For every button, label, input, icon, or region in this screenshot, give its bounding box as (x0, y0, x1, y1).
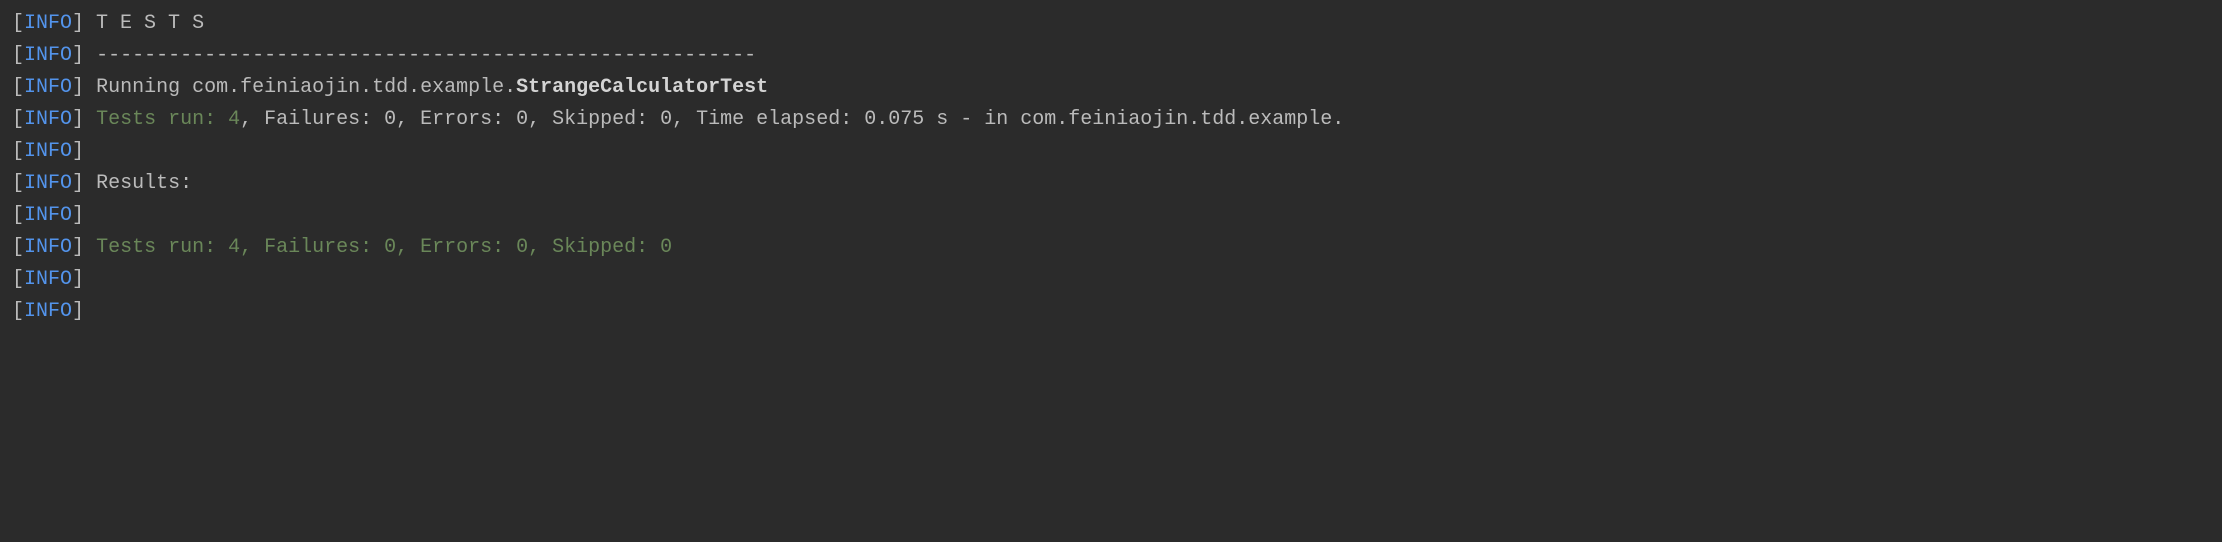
info-tag: INFO (24, 268, 72, 291)
info-tag: INFO (24, 204, 72, 227)
bracket-open: [ (12, 76, 24, 99)
bracket-open: [ (12, 204, 24, 227)
bracket-close: ] (72, 268, 84, 291)
separator-text: ----------------------------------------… (96, 44, 756, 67)
info-tag: INFO (24, 300, 72, 323)
running-prefix: Running com.feiniaojin.tdd.example. (96, 76, 516, 99)
running-class: StrangeCalculatorTest (516, 76, 768, 99)
bracket-close: ] (72, 140, 84, 163)
bracket-close: ] (72, 108, 84, 131)
log-line-empty: [INFO] (12, 136, 2210, 168)
bracket-close: ] (72, 172, 84, 195)
info-tag: INFO (24, 140, 72, 163)
info-tag: INFO (24, 236, 72, 259)
info-tag: INFO (24, 44, 72, 67)
log-line-empty: [INFO] (12, 296, 2210, 328)
bracket-open: [ (12, 268, 24, 291)
log-line-results: [INFO] Results: (12, 168, 2210, 200)
bracket-close: ] (72, 76, 84, 99)
info-tag: INFO (24, 172, 72, 195)
bracket-close: ] (72, 204, 84, 227)
bracket-close: ] (72, 44, 84, 67)
log-line-empty: [INFO] (12, 200, 2210, 232)
tests-run-count: Tests run: 4 (96, 108, 240, 131)
bracket-close: ] (72, 236, 84, 259)
summary-text: Tests run: 4, Failures: 0, Errors: 0, Sk… (96, 236, 672, 259)
bracket-close: ] (72, 12, 84, 35)
bracket-open: [ (12, 44, 24, 67)
log-line-tests-run: [INFO] Tests run: 4, Failures: 0, Errors… (12, 104, 2210, 136)
bracket-open: [ (12, 140, 24, 163)
tests-run-details: , Failures: 0, Errors: 0, Skipped: 0, Ti… (240, 108, 1344, 131)
info-tag: INFO (24, 76, 72, 99)
log-line-empty: [INFO] (12, 264, 2210, 296)
log-line-summary: [INFO] Tests run: 4, Failures: 0, Errors… (12, 232, 2210, 264)
info-tag: INFO (24, 12, 72, 35)
log-line-running: [INFO] Running com.feiniaojin.tdd.exampl… (12, 72, 2210, 104)
log-line-separator: [INFO] ---------------------------------… (12, 40, 2210, 72)
tests-header-text: T E S T S (84, 12, 204, 35)
results-label: Results: (96, 172, 192, 195)
bracket-open: [ (12, 300, 24, 323)
log-line-tests-header: [INFO] T E S T S (12, 8, 2210, 40)
bracket-open: [ (12, 12, 24, 35)
bracket-close: ] (72, 300, 84, 323)
bracket-open: [ (12, 172, 24, 195)
bracket-open: [ (12, 108, 24, 131)
bracket-open: [ (12, 236, 24, 259)
info-tag: INFO (24, 108, 72, 131)
